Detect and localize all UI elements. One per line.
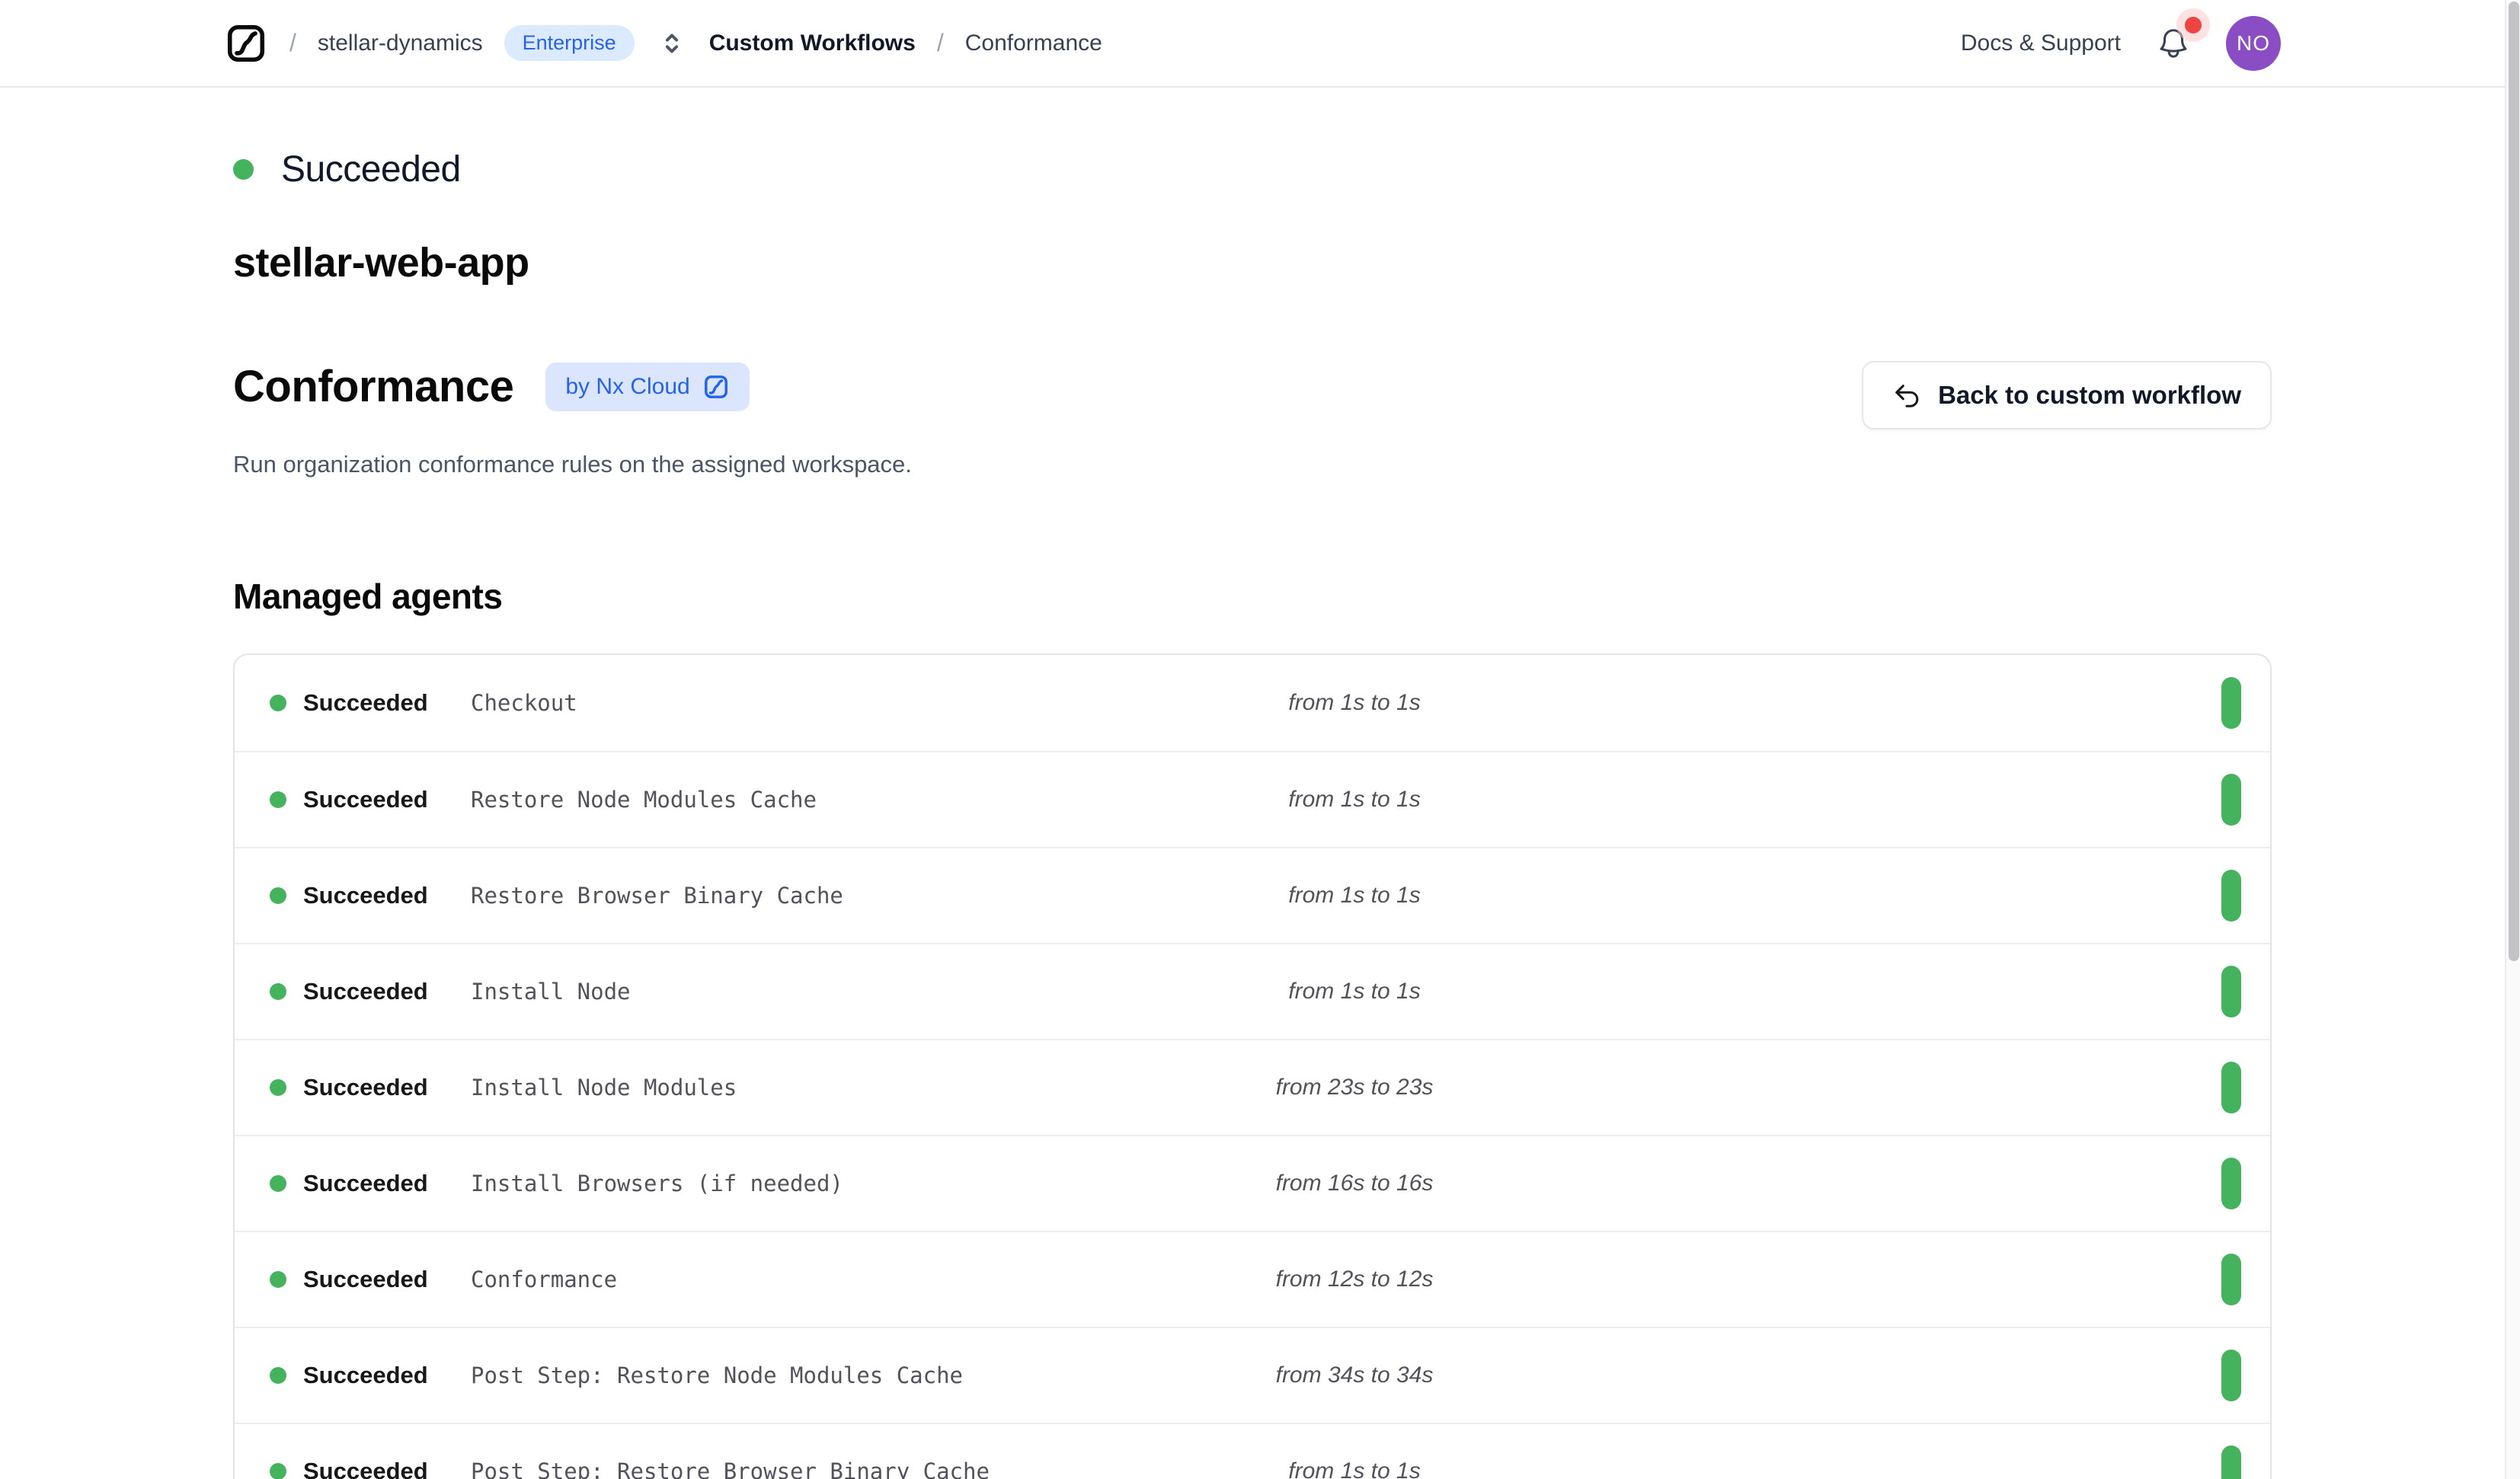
status-dot-icon	[270, 983, 286, 1000]
step-status: Succeeded	[270, 978, 471, 1005]
workflow-description: Run organization conformance rules on th…	[233, 451, 2272, 478]
step-row[interactable]: Succeeded Post Step: Restore Browser Bin…	[235, 1423, 2270, 1479]
step-duration: from 16s to 16s	[1134, 1171, 1575, 1196]
step-name: Install Browsers (if needed)	[471, 1171, 1134, 1196]
back-to-custom-workflow-button[interactable]: Back to custom workflow	[1862, 361, 2272, 430]
step-row[interactable]: Succeeded Install Node Modules from 23s …	[235, 1039, 2270, 1135]
return-arrow-icon	[1892, 381, 1921, 410]
nx-cloud-logo-icon	[702, 373, 730, 401]
step-duration: from 1s to 1s	[1134, 979, 1575, 1005]
step-row[interactable]: Succeeded Checkout from 1s to 1s	[235, 655, 2270, 751]
status-dot-icon	[233, 159, 254, 180]
step-row[interactable]: Succeeded Post Step: Restore Node Module…	[235, 1327, 2270, 1423]
step-name: Restore Browser Binary Cache	[471, 883, 1134, 909]
top-navbar: / stellar-dynamics Enterprise Custom Wor…	[0, 0, 2505, 88]
step-name: Post Step: Restore Node Modules Cache	[471, 1362, 1134, 1388]
step-status-label: Succeeded	[303, 1074, 428, 1101]
step-duration: from 1s to 1s	[1134, 1458, 1575, 1479]
step-status-label: Succeeded	[303, 689, 428, 717]
status-dot-icon	[270, 695, 286, 711]
managed-agents-list: Succeeded Checkout from 1s to 1s Succeed…	[233, 653, 2272, 1479]
by-nx-cloud-label: by Nx Cloud	[565, 374, 689, 400]
step-status-label: Succeeded	[303, 882, 428, 909]
back-button-label: Back to custom workflow	[1938, 381, 2241, 410]
step-status: Succeeded	[270, 689, 471, 717]
breadcrumb: / stellar-dynamics Enterprise Custom Wor…	[224, 21, 1102, 65]
nx-cloud-logo-icon[interactable]	[224, 21, 268, 65]
breadcrumb-org[interactable]: stellar-dynamics	[318, 30, 483, 56]
status-dot-icon	[270, 1079, 286, 1096]
run-status-label: Succeeded	[281, 149, 461, 190]
status-dot-icon	[270, 1271, 286, 1288]
step-name: Checkout	[471, 690, 1134, 716]
step-status: Succeeded	[270, 1458, 471, 1479]
workspace-title: stellar-web-app	[233, 239, 2272, 286]
vertical-scrollbar	[2505, 0, 2520, 1479]
step-duration: from 1s to 1s	[1134, 883, 1575, 909]
step-status-label: Succeeded	[303, 1458, 428, 1479]
scrollbar-thumb[interactable]	[2509, 2, 2519, 961]
step-row[interactable]: Succeeded Restore Browser Binary Cache f…	[235, 847, 2270, 943]
step-timeline-bar	[2221, 774, 2241, 826]
step-status-label: Succeeded	[303, 1362, 428, 1389]
step-row[interactable]: Succeeded Conformance from 12s to 12s	[235, 1231, 2270, 1327]
main-content: Succeeded stellar-web-app Conformance by…	[233, 88, 2272, 1479]
step-timeline-bar	[2221, 1350, 2241, 1401]
workflow-title: Conformance	[233, 361, 513, 412]
step-timeline-bar	[2221, 1158, 2241, 1209]
step-row[interactable]: Succeeded Install Browsers (if needed) f…	[235, 1135, 2270, 1231]
status-dot-icon	[270, 791, 286, 808]
step-status-label: Succeeded	[303, 1170, 428, 1197]
step-name: Install Node	[471, 979, 1134, 1005]
breadcrumb-separator: /	[937, 29, 944, 57]
user-avatar[interactable]: NO	[2226, 16, 2281, 71]
breadcrumb-separator: /	[289, 29, 296, 57]
step-timeline-bar	[2221, 870, 2241, 922]
step-timeline-bar	[2221, 1062, 2241, 1113]
breadcrumb-page: Conformance	[965, 30, 1102, 56]
step-duration: from 23s to 23s	[1134, 1075, 1575, 1100]
step-timeline-bar	[2221, 1254, 2241, 1305]
status-dot-icon	[270, 1463, 286, 1479]
step-status-label: Succeeded	[303, 978, 428, 1005]
notification-dot	[2185, 17, 2202, 34]
step-timeline-bar	[2221, 966, 2241, 1017]
navbar-right-group: Docs & Support NO	[1961, 16, 2281, 71]
status-dot-icon	[270, 887, 286, 904]
step-duration: from 12s to 12s	[1134, 1267, 1575, 1292]
step-timeline-bar	[2221, 1445, 2241, 1479]
step-name: Install Node Modules	[471, 1075, 1134, 1100]
step-status: Succeeded	[270, 1266, 471, 1293]
step-duration: from 34s to 34s	[1134, 1362, 1575, 1388]
step-duration: from 1s to 1s	[1134, 787, 1575, 813]
docs-support-link[interactable]: Docs & Support	[1961, 30, 2121, 56]
step-name: Restore Node Modules Cache	[471, 787, 1134, 813]
bell-icon	[2156, 26, 2191, 61]
managed-agents-title: Managed agents	[233, 576, 2272, 617]
status-dot-icon	[270, 1175, 286, 1192]
org-switcher-chevrons-icon[interactable]	[656, 27, 688, 59]
notifications-button[interactable]	[2156, 26, 2191, 61]
step-status-label: Succeeded	[303, 786, 428, 813]
step-duration: from 1s to 1s	[1134, 690, 1575, 716]
step-status: Succeeded	[270, 882, 471, 909]
step-status: Succeeded	[270, 1362, 471, 1389]
enterprise-plan-badge: Enterprise	[504, 25, 635, 61]
step-timeline-bar	[2221, 677, 2241, 729]
run-status: Succeeded	[233, 149, 2272, 190]
step-row[interactable]: Succeeded Restore Node Modules Cache fro…	[235, 751, 2270, 847]
step-name: Conformance	[471, 1267, 1134, 1292]
step-row[interactable]: Succeeded Install Node from 1s to 1s	[235, 943, 2270, 1039]
step-status: Succeeded	[270, 786, 471, 813]
by-nx-cloud-badge[interactable]: by Nx Cloud	[545, 363, 749, 411]
breadcrumb-section[interactable]: Custom Workflows	[709, 30, 916, 56]
step-name: Post Step: Restore Browser Binary Cache	[471, 1458, 1134, 1479]
step-status: Succeeded	[270, 1170, 471, 1197]
step-status: Succeeded	[270, 1074, 471, 1101]
status-dot-icon	[270, 1367, 286, 1384]
step-status-label: Succeeded	[303, 1266, 428, 1293]
